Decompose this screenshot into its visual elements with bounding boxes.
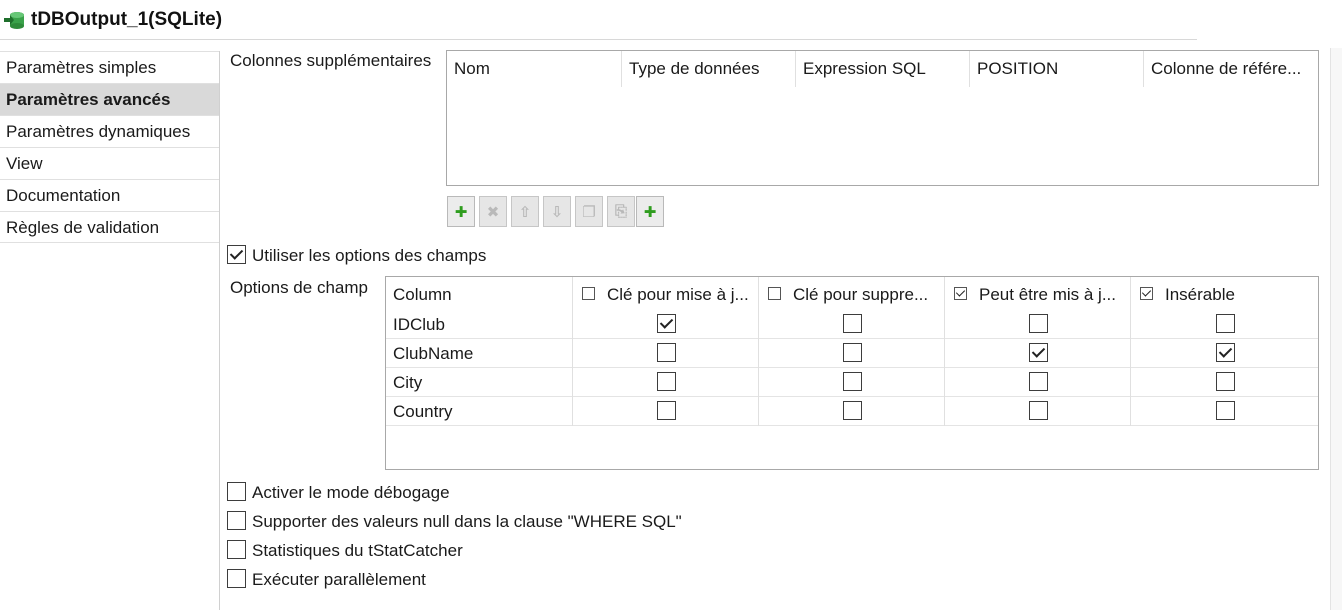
extra-columns-table[interactable]: Nom Type de données Expression SQL POSIT… <box>446 50 1319 186</box>
header-updatable[interactable]: Peut être mis à j... <box>945 277 1131 310</box>
add-icon: ✚ <box>454 203 468 221</box>
delete-icon: ✖ <box>486 203 500 221</box>
extra-columns-header-position[interactable]: POSITION <box>970 51 1144 87</box>
header-insertable-checkbox[interactable] <box>1140 287 1153 300</box>
use-field-options-label: Utiliser les options des champs <box>252 246 487 265</box>
extra-columns-header-name[interactable]: Nom <box>447 51 622 87</box>
support-null-where-checkbox[interactable] <box>227 511 246 530</box>
table-row: ClubName <box>386 339 1318 368</box>
db-output-icon <box>4 12 24 29</box>
row-update-key-checkbox[interactable] <box>657 314 676 333</box>
table-row: IDClub <box>386 310 1318 339</box>
extra-columns-label: Colonnes supplémentaires <box>230 51 432 70</box>
delete-button[interactable]: ✖ <box>479 196 507 227</box>
support-null-where-label: Supporter des valeurs null dans la claus… <box>252 512 682 531</box>
field-options-header: Column Clé pour mise à j... Clé pour sup… <box>386 277 1318 310</box>
field-options-table[interactable]: Column Clé pour mise à j... Clé pour sup… <box>385 276 1319 470</box>
sidebar-item-documentation[interactable]: Documentation <box>0 179 219 211</box>
paste-button[interactable]: ⎘ <box>607 196 635 227</box>
sidebar-item-dynamic-settings[interactable]: Paramètres dynamiques <box>0 115 219 147</box>
extra-columns-header-reference-column[interactable]: Colonne de référe... <box>1144 51 1318 87</box>
copy-icon: ❐ <box>582 203 596 221</box>
sidebar-item-basic-settings[interactable]: Paramètres simples <box>0 51 219 83</box>
add-plus-button[interactable]: ✚ <box>636 196 664 227</box>
parallel-execution-label: Exécuter parallèlement <box>252 570 426 589</box>
use-field-options-checkbox[interactable] <box>227 245 246 264</box>
row-delete-key-checkbox[interactable] <box>843 343 862 362</box>
component-title: tDBOutput_1(SQLite) <box>31 9 223 30</box>
row-delete-key-checkbox[interactable] <box>843 401 862 420</box>
row-updatable-checkbox[interactable] <box>1029 372 1048 391</box>
sidebar: Paramètres simples Paramètres avancés Pa… <box>0 51 220 610</box>
row-column-name: Country <box>393 402 453 421</box>
move-down-icon: ⇩ <box>550 203 564 221</box>
sidebar-item-view[interactable]: View <box>0 147 219 179</box>
parallel-execution-checkbox[interactable] <box>227 569 246 588</box>
row-insertable-checkbox[interactable] <box>1216 343 1235 362</box>
component-header: tDBOutput_1(SQLite) <box>0 0 1197 40</box>
vertical-scrollbar[interactable] <box>1330 48 1342 610</box>
row-update-key-checkbox[interactable] <box>657 372 676 391</box>
tstatcatcher-stats-checkbox[interactable] <box>227 540 246 559</box>
row-updatable-checkbox[interactable] <box>1029 343 1048 362</box>
row-insertable-checkbox[interactable] <box>1216 372 1235 391</box>
row-update-key-checkbox[interactable] <box>657 401 676 420</box>
field-options-label: Options de champ <box>230 278 368 297</box>
table-row: Country <box>386 397 1318 426</box>
row-column-name: ClubName <box>393 344 474 363</box>
row-updatable-checkbox[interactable] <box>1029 401 1048 420</box>
header-delete-key[interactable]: Clé pour suppre... <box>759 277 945 310</box>
row-updatable-checkbox[interactable] <box>1029 314 1048 333</box>
debug-mode-label: Activer le mode débogage <box>252 483 450 502</box>
header-column[interactable]: Column <box>386 277 573 310</box>
paste-icon: ⎘ <box>614 203 627 220</box>
extra-columns-header-sql-expression[interactable]: Expression SQL <box>796 51 970 87</box>
row-delete-key-checkbox[interactable] <box>843 314 862 333</box>
add-button[interactable]: ✚ <box>447 196 475 227</box>
header-update-key-checkbox[interactable] <box>582 287 595 300</box>
header-update-key[interactable]: Clé pour mise à j... <box>573 277 759 310</box>
header-delete-key-checkbox[interactable] <box>768 287 781 300</box>
tstatcatcher-stats-label: Statistiques du tStatCatcher <box>252 541 463 560</box>
table-row: City <box>386 368 1318 397</box>
extra-columns-header-type[interactable]: Type de données <box>622 51 796 87</box>
move-up-icon: ⇧ <box>518 203 532 221</box>
debug-mode-checkbox[interactable] <box>227 482 246 501</box>
move-down-button[interactable]: ⇩ <box>543 196 571 227</box>
row-insertable-checkbox[interactable] <box>1216 401 1235 420</box>
header-insertable[interactable]: Insérable <box>1131 277 1318 310</box>
row-column-name: City <box>393 373 423 392</box>
row-delete-key-checkbox[interactable] <box>843 372 862 391</box>
row-update-key-checkbox[interactable] <box>657 343 676 362</box>
copy-button[interactable]: ❐ <box>575 196 603 227</box>
header-updatable-checkbox[interactable] <box>954 287 967 300</box>
add-plus-icon: ✚ <box>643 203 657 221</box>
sidebar-item-advanced-settings[interactable]: Paramètres avancés <box>0 83 219 115</box>
move-up-button[interactable]: ⇧ <box>511 196 539 227</box>
sidebar-item-validation-rules[interactable]: Règles de validation <box>0 211 219 243</box>
row-column-name: IDClub <box>393 315 445 334</box>
row-insertable-checkbox[interactable] <box>1216 314 1235 333</box>
